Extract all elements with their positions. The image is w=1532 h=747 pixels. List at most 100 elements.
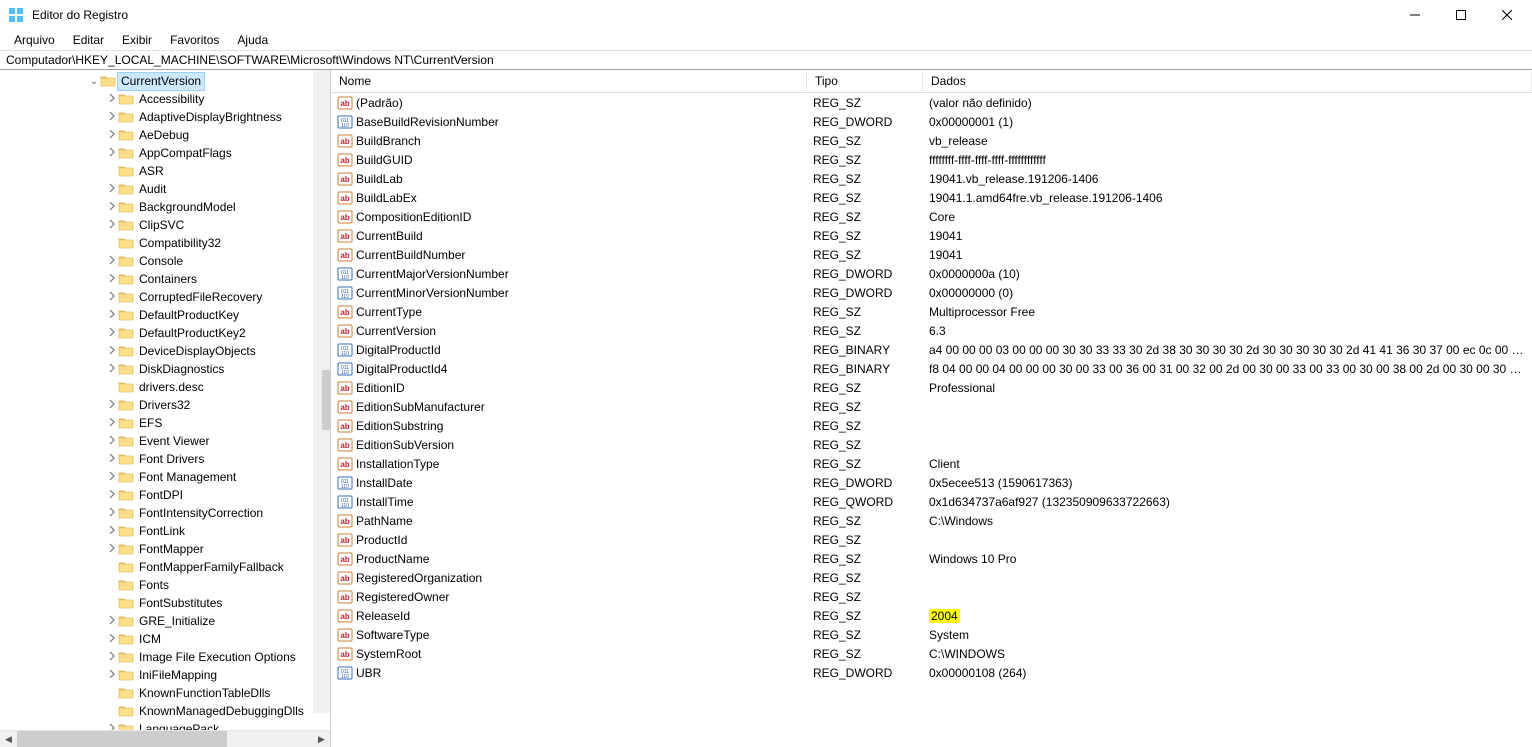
expand-icon[interactable] (106, 220, 118, 231)
value-row[interactable]: abProductNameREG_SZWindows 10 Pro (331, 549, 1532, 568)
column-header-data[interactable]: Dados (923, 71, 1532, 91)
tree-node[interactable]: CorruptedFileRecovery (0, 288, 330, 306)
menu-exibir[interactable]: Exibir (114, 32, 160, 48)
menu-editar[interactable]: Editar (65, 32, 112, 48)
column-header-name[interactable]: Nome (331, 71, 807, 91)
tree-node[interactable]: Audit (0, 180, 330, 198)
scroll-left-button[interactable]: ◀ (0, 731, 17, 747)
expand-icon[interactable] (106, 94, 118, 105)
tree-node[interactable]: drivers.desc (0, 378, 330, 396)
expand-icon[interactable] (106, 346, 118, 357)
value-row[interactable]: abBuildLabREG_SZ19041.vb_release.191206-… (331, 169, 1532, 188)
expand-icon[interactable] (106, 364, 118, 375)
menu-arquivo[interactable]: Arquivo (6, 32, 63, 48)
tree-node[interactable]: AppCompatFlags (0, 144, 330, 162)
value-row[interactable]: abCurrentBuildNumberREG_SZ19041 (331, 245, 1532, 264)
tree-node-currentversion[interactable]: ⌄CurrentVersion (0, 72, 330, 90)
expand-icon[interactable] (106, 256, 118, 267)
values-list[interactable]: ab(Padrão)REG_SZ(valor não definido)0111… (331, 93, 1532, 747)
expand-icon[interactable] (106, 148, 118, 159)
tree-node[interactable]: Font Drivers (0, 450, 330, 468)
tree-node[interactable]: LanguagePack (0, 720, 330, 730)
tree-vertical-scrollbar[interactable] (313, 70, 330, 713)
value-row[interactable]: abBuildBranchREG_SZvb_release (331, 131, 1532, 150)
tree-node[interactable]: EFS (0, 414, 330, 432)
tree-node[interactable]: IniFileMapping (0, 666, 330, 684)
scrollbar-thumb[interactable] (17, 731, 227, 747)
value-row[interactable]: abSoftwareTypeREG_SZSystem (331, 625, 1532, 644)
expand-icon[interactable] (106, 454, 118, 465)
value-row[interactable]: abBuildGUIDREG_SZffffffff-ffff-ffff-ffff… (331, 150, 1532, 169)
value-row[interactable]: abEditionSubManufacturerREG_SZ (331, 397, 1532, 416)
expand-icon[interactable] (106, 202, 118, 213)
value-row[interactable]: abRegisteredOrganizationREG_SZ (331, 568, 1532, 587)
value-row[interactable]: abEditionIDREG_SZProfessional (331, 378, 1532, 397)
expand-icon[interactable] (106, 112, 118, 123)
value-row[interactable]: abReleaseIdREG_SZ2004 (331, 606, 1532, 625)
tree-node[interactable]: Event Viewer (0, 432, 330, 450)
tree-node[interactable]: KnownManagedDebuggingDlls (0, 702, 330, 720)
expand-icon[interactable] (106, 526, 118, 537)
value-row[interactable]: abRegisteredOwnerREG_SZ (331, 587, 1532, 606)
value-row[interactable]: 011110InstallDateREG_DWORD0x5ecee513 (15… (331, 473, 1532, 492)
scroll-right-button[interactable]: ▶ (313, 731, 330, 747)
expand-icon[interactable] (106, 130, 118, 141)
value-row[interactable]: 011110BaseBuildRevisionNumberREG_DWORD0x… (331, 112, 1532, 131)
value-row[interactable]: ab(Padrão)REG_SZ(valor não definido) (331, 93, 1532, 112)
expand-icon[interactable] (106, 472, 118, 483)
expand-icon[interactable] (106, 418, 118, 429)
tree-horizontal-scrollbar[interactable]: ◀ ▶ (0, 730, 330, 747)
tree-node[interactable]: FontDPI (0, 486, 330, 504)
tree-node[interactable]: BackgroundModel (0, 198, 330, 216)
tree-node[interactable]: DefaultProductKey (0, 306, 330, 324)
value-row[interactable]: abBuildLabExREG_SZ19041.1.amd64fre.vb_re… (331, 188, 1532, 207)
tree-node[interactable]: ASR (0, 162, 330, 180)
tree-node[interactable]: FontSubstitutes (0, 594, 330, 612)
value-row[interactable]: abPathNameREG_SZC:\Windows (331, 511, 1532, 530)
expand-icon[interactable] (106, 436, 118, 447)
expand-icon[interactable] (106, 508, 118, 519)
value-row[interactable]: abSystemRootREG_SZC:\WINDOWS (331, 644, 1532, 663)
tree-node[interactable]: DeviceDisplayObjects (0, 342, 330, 360)
expand-icon[interactable] (106, 274, 118, 285)
tree-node[interactable]: Accessibility (0, 90, 330, 108)
tree-node[interactable]: ICM (0, 630, 330, 648)
expand-icon[interactable] (106, 184, 118, 195)
value-row[interactable]: abCurrentTypeREG_SZMultiprocessor Free (331, 302, 1532, 321)
collapse-icon[interactable]: ⌄ (88, 76, 100, 87)
value-row[interactable]: abEditionSubstringREG_SZ (331, 416, 1532, 435)
scrollbar-thumb[interactable] (322, 370, 331, 430)
expand-icon[interactable] (106, 616, 118, 627)
value-row[interactable]: abCompositionEditionIDREG_SZCore (331, 207, 1532, 226)
value-row[interactable]: 011110CurrentMajorVersionNumberREG_DWORD… (331, 264, 1532, 283)
tree-node[interactable]: Image File Execution Options (0, 648, 330, 666)
tree-node[interactable]: AeDebug (0, 126, 330, 144)
menu-ajuda[interactable]: Ajuda (229, 32, 276, 48)
expand-icon[interactable] (106, 328, 118, 339)
expand-icon[interactable] (106, 292, 118, 303)
address-bar[interactable]: Computador\HKEY_LOCAL_MACHINE\SOFTWARE\M… (0, 50, 1532, 70)
expand-icon[interactable] (106, 634, 118, 645)
expand-icon[interactable] (106, 544, 118, 555)
value-row[interactable]: abEditionSubVersionREG_SZ (331, 435, 1532, 454)
value-row[interactable]: 011110UBRREG_DWORD0x00000108 (264) (331, 663, 1532, 682)
tree-node[interactable]: DiskDiagnostics (0, 360, 330, 378)
tree-node[interactable]: Containers (0, 270, 330, 288)
tree-node[interactable]: FontMapperFamilyFallback (0, 558, 330, 576)
tree-node[interactable]: Compatibility32 (0, 234, 330, 252)
tree-node[interactable]: GRE_Initialize (0, 612, 330, 630)
tree-node[interactable]: Drivers32 (0, 396, 330, 414)
minimize-button[interactable] (1392, 0, 1438, 30)
value-row[interactable]: 011110DigitalProductId4REG_BINARYf8 04 0… (331, 359, 1532, 378)
tree-node[interactable]: Fonts (0, 576, 330, 594)
value-row[interactable]: abProductIdREG_SZ (331, 530, 1532, 549)
tree-node[interactable]: KnownFunctionTableDlls (0, 684, 330, 702)
close-button[interactable] (1484, 0, 1530, 30)
tree-node[interactable]: FontMapper (0, 540, 330, 558)
tree-node[interactable]: Font Management (0, 468, 330, 486)
tree-node[interactable]: Console (0, 252, 330, 270)
value-row[interactable]: 011110CurrentMinorVersionNumberREG_DWORD… (331, 283, 1532, 302)
value-row[interactable]: abCurrentBuildREG_SZ19041 (331, 226, 1532, 245)
menu-favoritos[interactable]: Favoritos (162, 32, 227, 48)
value-row[interactable]: abCurrentVersionREG_SZ6.3 (331, 321, 1532, 340)
